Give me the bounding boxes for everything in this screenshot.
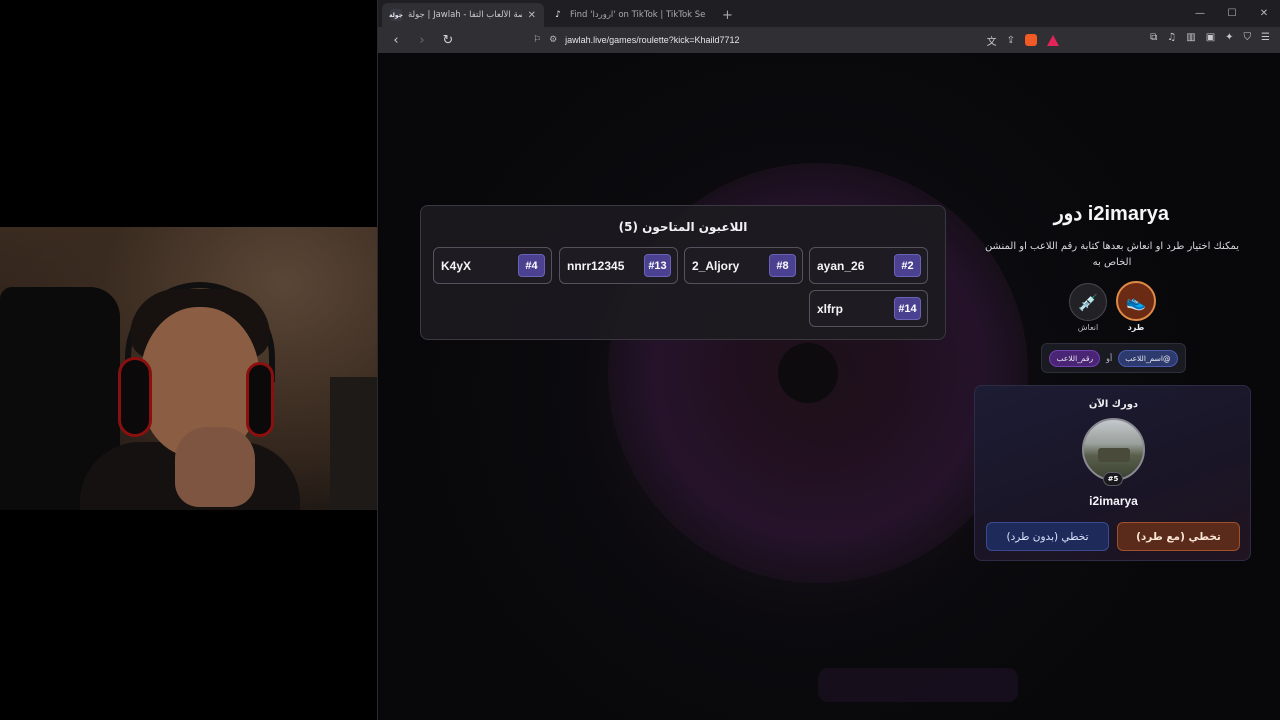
player-name: K4yX: [441, 258, 472, 273]
url-field[interactable]: ⚐ ⚙ jawlah.live/games/roulette?kick=Khai…: [523, 30, 1069, 50]
player-card[interactable]: ayan_26 #2: [809, 247, 928, 284]
current-turn-panel: دورك الآن #5 i2imarya تخطي (مع طرد) تخطي…: [974, 385, 1251, 561]
player-card[interactable]: 2_Aljory #8: [684, 247, 803, 284]
player-number-badge: #4: [518, 254, 545, 277]
player-card[interactable]: K4yX #4: [433, 247, 552, 284]
webcam-feed: [0, 227, 377, 510]
window-controls: — ☐ ✕: [1184, 0, 1280, 27]
wallet-icon[interactable]: ▣: [1206, 32, 1215, 43]
headphone-left: [118, 357, 152, 437]
bookmark-icon[interactable]: ⚐: [533, 35, 541, 45]
tab-jawlah[interactable]: جولة جولة | Jawlah - منصة الألعاب التفا …: [382, 3, 544, 27]
kick-label: طرد: [1127, 323, 1145, 332]
vpn-icon[interactable]: ⛉: [1244, 32, 1252, 43]
webcam-area: [0, 0, 377, 720]
forward-icon[interactable]: ›: [412, 33, 432, 48]
turn-title: دور i2imarya: [1054, 203, 1169, 225]
site-settings-icon[interactable]: ⚙: [549, 35, 557, 45]
player-name: ayan_26: [817, 258, 865, 273]
tab-title: Find 'اروردا' on TikTok | TikTok Search: [570, 10, 706, 20]
avatar-image: [1098, 448, 1130, 462]
new-tab-button[interactable]: +: [714, 8, 741, 27]
syringe-icon: 💉: [1078, 292, 1098, 312]
webcam-person-hand: [175, 427, 255, 507]
hint-player-number-pill: رقم_اللاعب: [1049, 349, 1101, 367]
close-icon[interactable]: ✕: [528, 10, 536, 21]
toolbar-right: ⧉ ♫ ▥ ▣ ✦ ⛉ ☰: [1150, 32, 1270, 43]
tab-bar: جولة جولة | Jawlah - منصة الألعاب التفا …: [378, 0, 1280, 27]
spin-button[interactable]: [818, 668, 1018, 702]
share-icon[interactable]: ⇪: [1007, 35, 1015, 46]
menu-icon[interactable]: ☰: [1261, 32, 1270, 43]
roulette-wheel-center: [778, 343, 838, 403]
player-card[interactable]: nnrr12345 #13: [559, 247, 678, 284]
jawlah-favicon-icon: جولة: [389, 9, 403, 21]
minimize-icon[interactable]: —: [1184, 8, 1216, 19]
revive-label: انعاش: [1077, 323, 1099, 332]
hint-or: أو: [1106, 353, 1113, 363]
maximize-icon[interactable]: ☐: [1216, 8, 1248, 19]
player-number-badge: #13: [644, 254, 671, 277]
command-hint: @اسم_اللاعب أو رقم_اللاعب: [1041, 343, 1186, 373]
player-number-badge: #8: [769, 254, 796, 277]
headphone-right: [246, 362, 274, 437]
leo-icon[interactable]: ✦: [1225, 32, 1233, 43]
player-name: 2_Aljory: [692, 258, 740, 273]
skip-without-kick-button[interactable]: تخطي (بدون طرد): [986, 522, 1109, 551]
browser-window: جولة جولة | Jawlah - منصة الألعاب التفا …: [377, 0, 1280, 720]
reload-icon[interactable]: ↻: [438, 33, 458, 48]
tab-title: جولة | Jawlah - منصة الألعاب التفا: [408, 10, 522, 20]
current-player-name: i2imarya: [1089, 494, 1138, 508]
turn-description: يمكنك اختيار طرد او انعاش بعدها كتابة رق…: [984, 241, 1240, 268]
tab-tiktok[interactable]: ♪ Find 'اروردا' on TikTok | TikTok Searc…: [544, 3, 714, 27]
roulette-page: اللاعبون المتاحون (5) ayan_26 #2 2_Aljor…: [378, 53, 1280, 720]
hint-player-name-pill: @اسم_اللاعب: [1118, 349, 1178, 367]
sidebar-icon[interactable]: ▥: [1186, 32, 1195, 43]
url-actions: 文 ⇪: [987, 33, 1059, 48]
close-window-icon[interactable]: ✕: [1248, 8, 1280, 19]
url-text[interactable]: jawlah.live/games/roulette?kick=Khaild77…: [565, 35, 739, 45]
webcam-shelf: [330, 377, 377, 510]
your-turn-label: دورك الآن: [1088, 399, 1139, 410]
available-players-panel: اللاعبون المتاحون (5) ayan_26 #2 2_Aljor…: [420, 205, 946, 340]
kick-shoe-icon: 👟: [1126, 291, 1146, 311]
revive-action-button[interactable]: 💉: [1069, 283, 1107, 321]
brave-rewards-icon[interactable]: [1047, 34, 1059, 46]
screenshot-icon[interactable]: ⧉: [1150, 32, 1157, 43]
player-number-badge: #2: [894, 254, 921, 277]
brave-shields-icon[interactable]: [1025, 34, 1037, 46]
player-card[interactable]: xlfrp #14: [809, 290, 928, 327]
player-number-badge: #14: [894, 297, 921, 320]
address-bar: ‹ › ↻ ⚐ ⚙ jawlah.live/games/roulette?kic…: [378, 27, 1280, 53]
player-name: nnrr12345: [567, 258, 625, 273]
tiktok-icon: ♪: [555, 10, 561, 20]
kick-action-button[interactable]: 👟: [1116, 281, 1156, 321]
media-icon[interactable]: ♫: [1167, 32, 1176, 43]
players-title: اللاعبون المتاحون (5): [618, 220, 748, 234]
back-icon[interactable]: ‹: [386, 33, 406, 48]
skip-with-kick-button[interactable]: تخطي (مع طرد): [1117, 522, 1240, 551]
player-name: xlfrp: [817, 301, 844, 316]
player-number-badge: #5: [1103, 472, 1123, 486]
translate-icon[interactable]: 文: [987, 33, 997, 48]
